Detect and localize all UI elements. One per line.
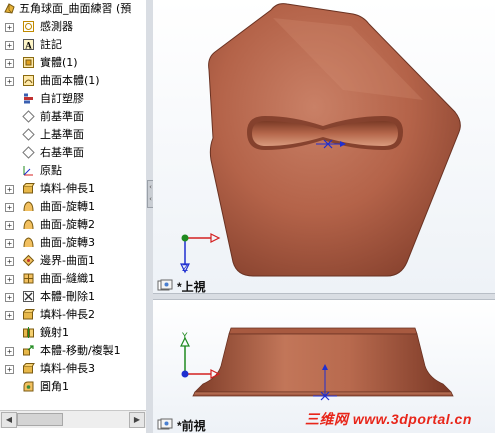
front-triad-axis-label: Y <box>182 332 188 342</box>
svg-text:A: A <box>25 41 32 51</box>
boundary-surface-icon <box>22 254 35 267</box>
tree-item-label: 邊界-曲面1 <box>40 254 95 267</box>
extrude-icon <box>23 363 35 374</box>
expand-toggle-icon[interactable]: + <box>5 77 14 86</box>
expand-toggle-icon[interactable]: + <box>5 221 14 230</box>
tree-item-label: 本體-刪除1 <box>40 290 95 303</box>
part-icon <box>4 3 15 14</box>
sensor-icon <box>23 21 34 32</box>
scrollbar-thumb[interactable] <box>17 413 63 426</box>
tree-item-label: 實體(1) <box>40 56 78 69</box>
material-icon <box>24 93 33 104</box>
tree-item-label: 曲面-旋轉2 <box>40 218 95 231</box>
expand-toggle-icon[interactable]: + <box>5 185 14 194</box>
fillet-icon <box>23 381 34 392</box>
tree-item[interactable]: 鏡射1 <box>0 324 146 342</box>
tree-item-label: 自訂塑膠 <box>40 92 84 105</box>
knit-surface-icon <box>23 273 34 284</box>
expand-toggle-icon[interactable]: + <box>5 293 14 302</box>
tree-root-label: 五角球面_曲面練習 (預 <box>19 2 132 15</box>
tree-horizontal-scrollbar[interactable]: ◀ ▶ <box>0 410 146 428</box>
front-view-label: *前視 <box>177 419 206 433</box>
move-copy-icon <box>23 345 34 356</box>
tree-item-label: 曲面-旋轉1 <box>40 200 95 213</box>
tree-item-label: 前基準面 <box>40 110 84 123</box>
tree-item-label: 上基準面 <box>40 128 84 141</box>
expand-toggle-icon[interactable]: + <box>5 41 14 50</box>
tree-item[interactable]: + 填料-伸長1 <box>0 180 146 198</box>
tree-item[interactable]: + 曲面-旋轉2 <box>0 216 146 234</box>
tree-item[interactable]: + 曲面本體(1) <box>0 72 146 90</box>
tree-item[interactable]: 圓角1 <box>0 378 146 396</box>
expand-toggle-icon[interactable]: + <box>5 59 14 68</box>
tree-item-label: 填料-伸長2 <box>40 308 95 321</box>
expand-toggle-icon[interactable]: + <box>5 365 14 374</box>
surface-revolve-icon <box>23 237 34 248</box>
tree-item-label: 填料-伸長3 <box>40 362 95 375</box>
tree-item[interactable]: 原點 <box>0 162 146 180</box>
origin-icon <box>23 166 33 176</box>
expand-toggle-icon[interactable]: + <box>5 23 14 32</box>
expand-toggle-icon[interactable]: + <box>5 311 14 320</box>
expand-toggle-icon[interactable]: + <box>5 203 14 212</box>
surface-revolve-icon <box>23 201 34 212</box>
tree-item-label: 右基準面 <box>40 146 84 159</box>
tree-item[interactable]: + 曲面-縫織1 <box>0 270 146 288</box>
tree-item-label: 原點 <box>40 164 62 177</box>
tree-item[interactable]: + 感測器 <box>0 18 146 36</box>
mirror-icon <box>23 327 34 338</box>
expand-toggle-icon[interactable]: + <box>5 239 14 248</box>
surface-body-icon <box>23 75 34 86</box>
tree-item[interactable]: + 實體(1) <box>0 54 146 72</box>
front-view-orientation-icon[interactable] <box>157 418 173 431</box>
tree-item[interactable]: + 邊界-曲面1 <box>0 252 146 270</box>
annotation-icon: A <box>23 39 34 51</box>
tree-item-label: 曲面本體(1) <box>40 74 100 87</box>
scroll-right-arrow-icon[interactable]: ▶ <box>129 412 145 428</box>
plane-icon <box>22 110 35 123</box>
viewport-splitter[interactable] <box>153 293 495 300</box>
expand-toggle-icon[interactable]: + <box>5 257 14 266</box>
tree-item[interactable]: + 本體-移動/複製1 <box>0 342 146 360</box>
tree-item-label: 填料-伸長1 <box>40 182 95 195</box>
tree-item-label: 圓角1 <box>40 380 69 393</box>
top-view-viewport[interactable]: Z *上視 <box>153 0 495 293</box>
tree-item-label: 本體-移動/複製1 <box>40 344 121 357</box>
triad-axis-label: Z <box>182 264 189 274</box>
top-view-label: *上視 <box>177 280 206 293</box>
tree-item[interactable]: + 曲面-旋轉1 <box>0 198 146 216</box>
tree-item[interactable]: 自訂塑膠 <box>0 90 146 108</box>
expand-toggle-icon[interactable]: + <box>5 275 14 284</box>
expand-toggle-icon[interactable]: + <box>5 347 14 356</box>
tree-item[interactable]: 上基準面 <box>0 126 146 144</box>
tree-item[interactable]: + 曲面-旋轉3 <box>0 234 146 252</box>
tree-item[interactable]: 前基準面 <box>0 108 146 126</box>
feature-manager-tree: 五角球面_曲面練習 (預 + 感測器 + A 註記 + 實體(1) + 曲面本體(1) 自訂塑膠前… <box>0 0 147 433</box>
plane-icon <box>22 146 35 159</box>
tree-item-label: 曲面-旋轉3 <box>40 236 95 249</box>
surface-revolve-icon <box>23 219 34 230</box>
panel-splitter[interactable] <box>146 0 153 433</box>
watermark-logo: 三维网 www.3dportal.cn <box>305 411 472 427</box>
tree-item-label: 感測器 <box>40 20 73 33</box>
tree-item[interactable]: 右基準面 <box>0 144 146 162</box>
tree-item[interactable]: + A 註記 <box>0 36 146 54</box>
extrude-icon <box>23 183 35 194</box>
tree-item-label: 鏡射1 <box>40 326 69 339</box>
view-orientation-icon[interactable] <box>157 279 173 292</box>
tree-item[interactable]: + 本體-刪除1 <box>0 288 146 306</box>
scroll-left-arrow-icon[interactable]: ◀ <box>1 412 17 428</box>
plane-icon <box>22 128 35 141</box>
extrude-icon <box>23 309 35 320</box>
delete-body-icon <box>23 291 34 302</box>
solid-body-icon <box>23 57 34 68</box>
tree-item[interactable]: + 填料-伸長3 <box>0 360 146 378</box>
tree-item-label: 註記 <box>40 38 62 51</box>
tree-item-label: 曲面-縫織1 <box>40 272 95 285</box>
tree-item[interactable]: + 填料-伸長2 <box>0 306 146 324</box>
